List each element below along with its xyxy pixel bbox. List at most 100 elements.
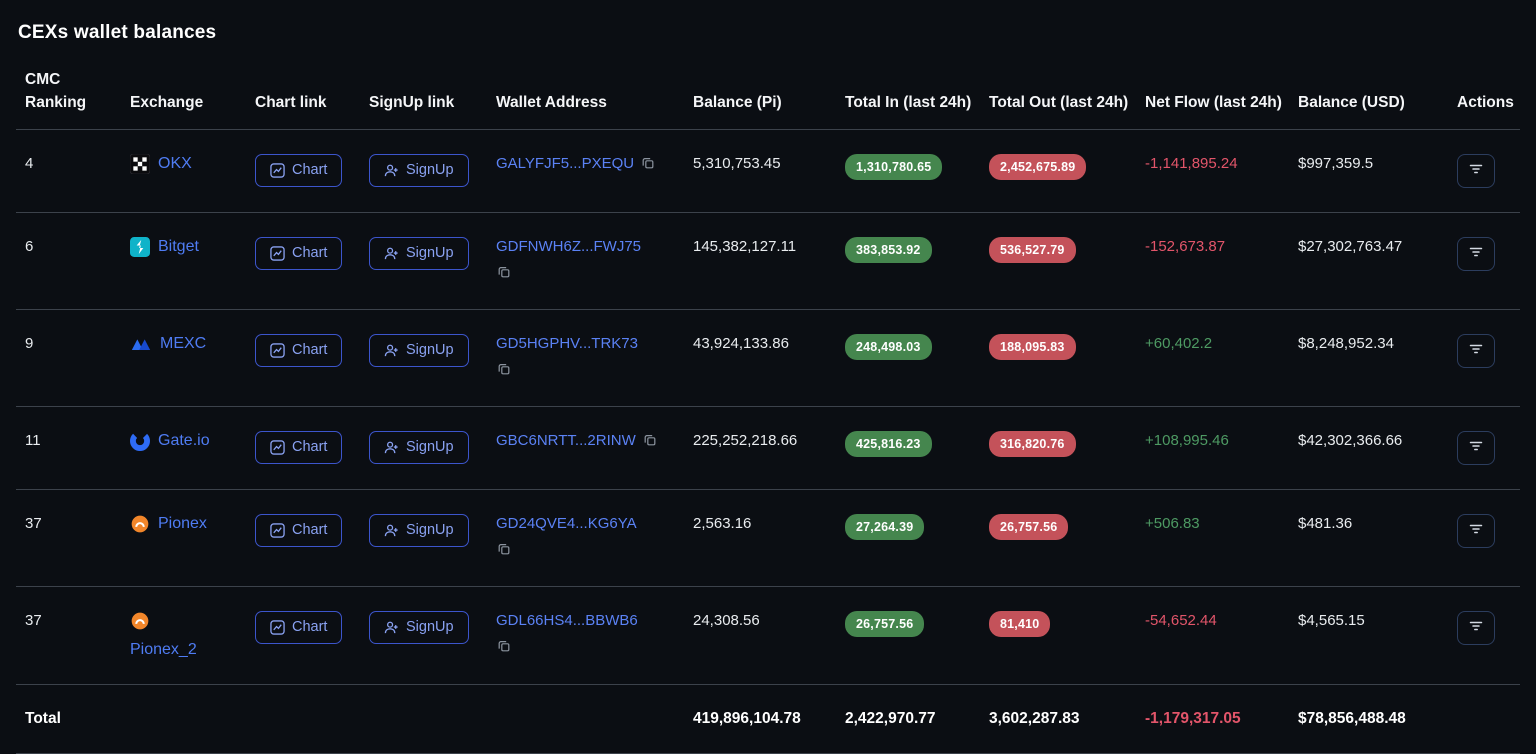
chart-button[interactable]: Chart <box>255 513 343 547</box>
chart-button-label: Chart <box>292 618 328 635</box>
chart-button[interactable]: Chart <box>255 430 343 464</box>
cmc-ranking-value: 37 <box>16 489 122 587</box>
okx-logo-icon <box>130 153 150 174</box>
table-row: 37 Pionex Chart SignUp GD24QVE4...KG6YA … <box>16 489 1520 587</box>
table-row: 37 Pionex_2 Chart SignUp GDL66HS4...BBWB… <box>16 586 1520 686</box>
col-header-chart-link: Chart link <box>247 62 361 130</box>
actions-button[interactable] <box>1457 610 1495 645</box>
signup-button[interactable]: SignUp <box>369 333 469 367</box>
chart-icon <box>270 342 285 358</box>
actions-button[interactable] <box>1457 430 1495 465</box>
total-out-badge: 2,452,675.89 <box>989 153 1087 180</box>
exchange-link[interactable]: MEXC <box>130 334 206 355</box>
copy-icon[interactable] <box>641 156 655 176</box>
wallet-address-link[interactable]: GBC6NRTT...2RINW <box>496 432 636 449</box>
signup-button-label: SignUp <box>406 618 454 635</box>
balance-usd-value: $42,302,366.66 <box>1290 406 1449 490</box>
col-header-signup-link: SignUp link <box>361 62 488 130</box>
total-in-badge: 26,757.56 <box>845 610 925 637</box>
filter-icon <box>1468 161 1484 180</box>
balance-pi-value: 145,382,127.11 <box>685 212 837 310</box>
exchange-link[interactable]: Pionex_2 <box>130 611 239 661</box>
exchange-link[interactable]: OKX <box>130 153 192 175</box>
total-row: Total 419,896,104.78 2,422,970.77 3,602,… <box>16 684 1520 754</box>
balance-usd-value: $4,565.15 <box>1290 586 1449 686</box>
exchange-name: Bitget <box>158 237 199 255</box>
chart-button[interactable]: Chart <box>255 236 343 270</box>
chart-icon <box>270 522 285 538</box>
user-plus-icon <box>384 163 399 178</box>
copy-icon[interactable] <box>497 265 677 285</box>
copy-icon[interactable] <box>643 433 657 453</box>
net-flow-value: +60,402.2 <box>1145 334 1213 352</box>
actions-button[interactable] <box>1457 513 1495 548</box>
wallet-address-link[interactable]: GD24QVE4...KG6YA <box>496 515 637 532</box>
col-header-balance-usd: Balance (USD) <box>1290 62 1449 130</box>
balance-usd-value: $27,302,763.47 <box>1290 212 1449 310</box>
total-in-badge: 27,264.39 <box>845 513 925 540</box>
chart-button[interactable]: Chart <box>255 610 343 644</box>
actions-button[interactable] <box>1457 236 1495 271</box>
user-plus-icon <box>384 523 399 538</box>
cmc-ranking-value: 37 <box>16 586 122 686</box>
net-flow-value: -54,652.44 <box>1145 611 1217 629</box>
copy-icon[interactable] <box>497 639 677 659</box>
signup-button-label: SignUp <box>406 244 454 261</box>
wallet-address-link[interactable]: GD5HGPHV...TRK73 <box>496 335 638 352</box>
total-in-sum: 2,422,970.77 <box>837 684 981 754</box>
copy-icon[interactable] <box>497 362 677 382</box>
total-out-badge: 188,095.83 <box>989 333 1076 360</box>
chart-button-label: Chart <box>292 244 328 261</box>
net-flow-value: -152,673.87 <box>1145 237 1226 255</box>
table-row: 9 MEXC Chart SignUp GD5HGPHV...TRK73 43,… <box>16 309 1520 407</box>
balance-usd-value: $481.36 <box>1290 489 1449 587</box>
gateio-logo-icon <box>130 430 150 451</box>
signup-button-label: SignUp <box>406 438 454 455</box>
net-flow-value: +108,995.46 <box>1145 431 1229 449</box>
actions-button[interactable] <box>1457 333 1495 368</box>
wallet-address-link[interactable]: GALYFJF5...PXEQU <box>496 155 634 172</box>
wallet-address-link[interactable]: GDFNWH6Z...FWJ75 <box>496 238 641 255</box>
user-plus-icon <box>384 343 399 358</box>
col-header-balance-pi: Balance (Pi) <box>685 62 837 130</box>
exchange-link[interactable]: Gate.io <box>130 430 210 452</box>
col-header-wallet-address: Wallet Address <box>488 62 685 130</box>
total-out-badge: 81,410 <box>989 610 1051 637</box>
exchange-link[interactable]: Pionex <box>130 514 207 535</box>
col-header-cmc-ranking: CMC Ranking <box>16 62 122 130</box>
page-title: CEXs wallet balances <box>18 22 217 43</box>
total-in-badge: 383,853.92 <box>845 236 932 263</box>
signup-button[interactable]: SignUp <box>369 153 469 187</box>
chart-button[interactable]: Chart <box>255 153 343 187</box>
filter-icon <box>1468 521 1484 540</box>
chart-icon <box>270 245 285 261</box>
bitget-logo-icon <box>130 236 150 257</box>
chart-button-label: Chart <box>292 438 328 455</box>
cex-balances-table: CMC Ranking Exchange Chart link SignUp l… <box>16 62 1520 754</box>
user-plus-icon <box>384 440 399 455</box>
signup-button-label: SignUp <box>406 341 454 358</box>
wallet-address-link[interactable]: GDL66HS4...BBWB6 <box>496 612 638 629</box>
pionex-logo-icon <box>130 514 150 534</box>
signup-button[interactable]: SignUp <box>369 610 469 644</box>
signup-button[interactable]: SignUp <box>369 430 469 464</box>
col-header-total-in: Total In (last 24h) <box>837 62 981 130</box>
total-in-badge: 1,310,780.65 <box>845 153 943 180</box>
signup-button[interactable]: SignUp <box>369 236 469 270</box>
total-out-badge: 26,757.56 <box>989 513 1069 540</box>
cmc-ranking-value: 11 <box>16 406 122 490</box>
signup-button[interactable]: SignUp <box>369 513 469 547</box>
total-out-badge: 316,820.76 <box>989 430 1076 457</box>
actions-button[interactable] <box>1457 153 1495 188</box>
filter-icon <box>1468 438 1484 457</box>
net-flow-value: -1,141,895.24 <box>1145 154 1238 172</box>
cmc-ranking-value: 4 <box>16 129 122 213</box>
table-row: 4 OKX Chart SignUp GALYFJF5...PXEQU 5,31… <box>16 129 1520 213</box>
filter-icon <box>1468 244 1484 263</box>
cex-wallet-balances-page: CEXs wallet balances CMC Ranking Exchang… <box>0 0 1536 754</box>
chart-button[interactable]: Chart <box>255 333 343 367</box>
balance-pi-value: 24,308.56 <box>685 586 837 686</box>
exchange-link[interactable]: Bitget <box>130 236 199 258</box>
total-in-badge: 425,816.23 <box>845 430 932 457</box>
copy-icon[interactable] <box>497 542 677 562</box>
